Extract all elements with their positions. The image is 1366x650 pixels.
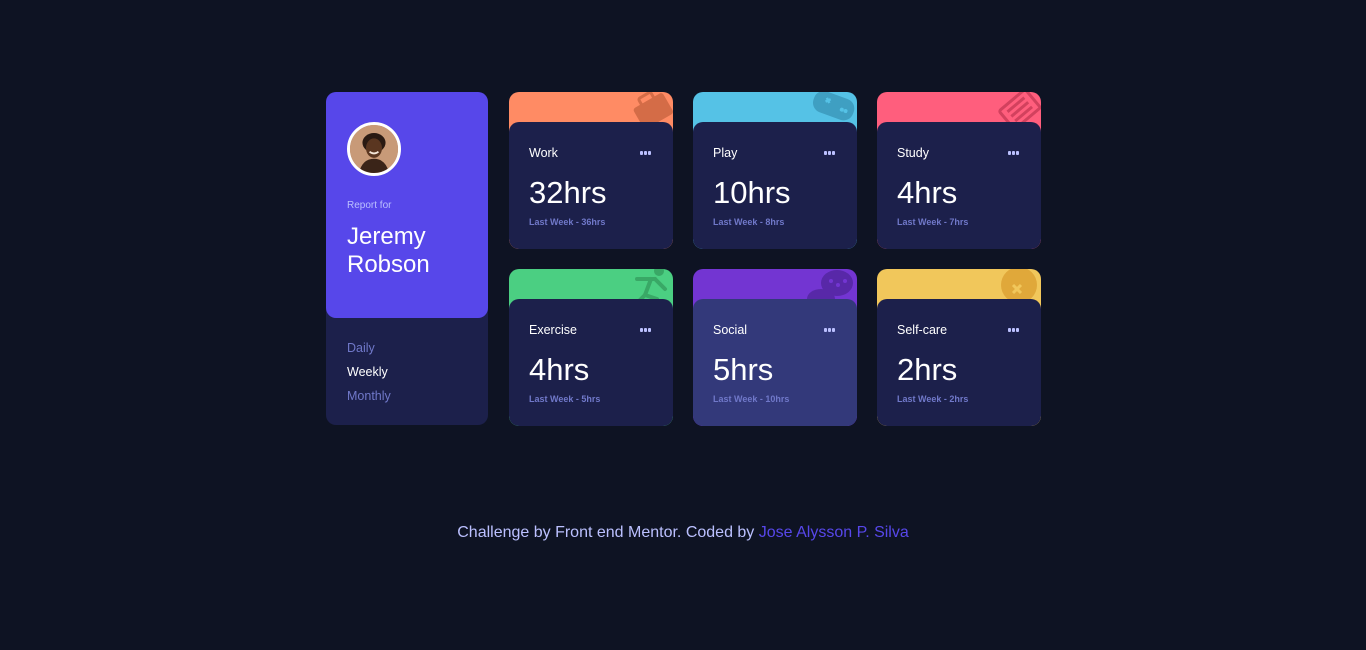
previous-hours: Last Week - 7hrs xyxy=(897,217,969,227)
card-body: Self-care 2hrs Last Week - 2hrs xyxy=(877,299,1041,426)
current-hours: 2hrs xyxy=(897,352,958,387)
card-body: Study 4hrs Last Week - 7hrs xyxy=(877,122,1041,249)
timeframe-monthly[interactable]: Monthly xyxy=(347,388,391,404)
previous-hours: Last Week - 8hrs xyxy=(713,217,785,227)
card-body: Play 10hrs Last Week - 8hrs xyxy=(693,122,857,249)
ellipsis-icon[interactable] xyxy=(823,325,837,335)
current-hours: 32hrs xyxy=(529,175,607,210)
time-tracking-dashboard: Report for Jeremy Robson Daily Weekly Mo… xyxy=(326,92,1041,426)
attribution-footer: Challenge by Front end Mentor. Coded by … xyxy=(0,524,1366,542)
user-name: Jeremy Robson xyxy=(347,223,430,278)
avatar xyxy=(347,122,401,176)
ellipsis-icon[interactable] xyxy=(823,148,837,158)
card-body: Exercise 4hrs Last Week - 5hrs xyxy=(509,299,673,426)
author-link[interactable]: Jose Alysson P. Silva xyxy=(759,524,909,541)
current-hours: 4hrs xyxy=(897,175,958,210)
timeframe-selector: Daily Weekly Monthly xyxy=(347,340,391,412)
profile-card: Report for Jeremy Robson Daily Weekly Mo… xyxy=(326,92,488,425)
card-body: Work 32hrs Last Week - 36hrs xyxy=(509,122,673,249)
ellipsis-icon[interactable] xyxy=(639,148,653,158)
report-for-label: Report for xyxy=(347,200,392,211)
activity-card-study[interactable]: Study 4hrs Last Week - 7hrs xyxy=(877,92,1041,249)
ellipsis-icon[interactable] xyxy=(1007,148,1021,158)
activity-card-exercise[interactable]: Exercise 4hrs Last Week - 5hrs xyxy=(509,269,673,426)
previous-hours: Last Week - 10hrs xyxy=(713,394,790,404)
timeframe-daily[interactable]: Daily xyxy=(347,340,391,356)
card-body: Social 5hrs Last Week - 10hrs xyxy=(693,299,857,426)
ellipsis-icon[interactable] xyxy=(1007,325,1021,335)
ellipsis-icon[interactable] xyxy=(639,325,653,335)
current-hours: 4hrs xyxy=(529,352,590,387)
previous-hours: Last Week - 36hrs xyxy=(529,217,606,227)
avatar-photo xyxy=(350,125,398,173)
activity-card-self-care[interactable]: Self-care 2hrs Last Week - 2hrs xyxy=(877,269,1041,426)
activity-card-work[interactable]: Work 32hrs Last Week - 36hrs xyxy=(509,92,673,249)
card-title: Exercise xyxy=(529,323,577,337)
card-title: Social xyxy=(713,323,748,337)
previous-hours: Last Week - 2hrs xyxy=(897,394,969,404)
card-title: Self-care xyxy=(897,323,948,337)
card-title: Study xyxy=(897,146,929,160)
attribution-text: Challenge by Front end Mentor. Coded by xyxy=(457,524,759,541)
timeframe-weekly[interactable]: Weekly xyxy=(347,364,391,380)
profile-header: Report for Jeremy Robson xyxy=(326,92,488,318)
previous-hours: Last Week - 5hrs xyxy=(529,394,601,404)
current-hours: 5hrs xyxy=(713,352,774,387)
activity-card-play[interactable]: Play 10hrs Last Week - 8hrs xyxy=(693,92,857,249)
card-title: Work xyxy=(529,146,558,160)
current-hours: 10hrs xyxy=(713,175,791,210)
card-title: Play xyxy=(713,146,738,160)
activity-card-social[interactable]: Social 5hrs Last Week - 10hrs xyxy=(693,269,857,426)
